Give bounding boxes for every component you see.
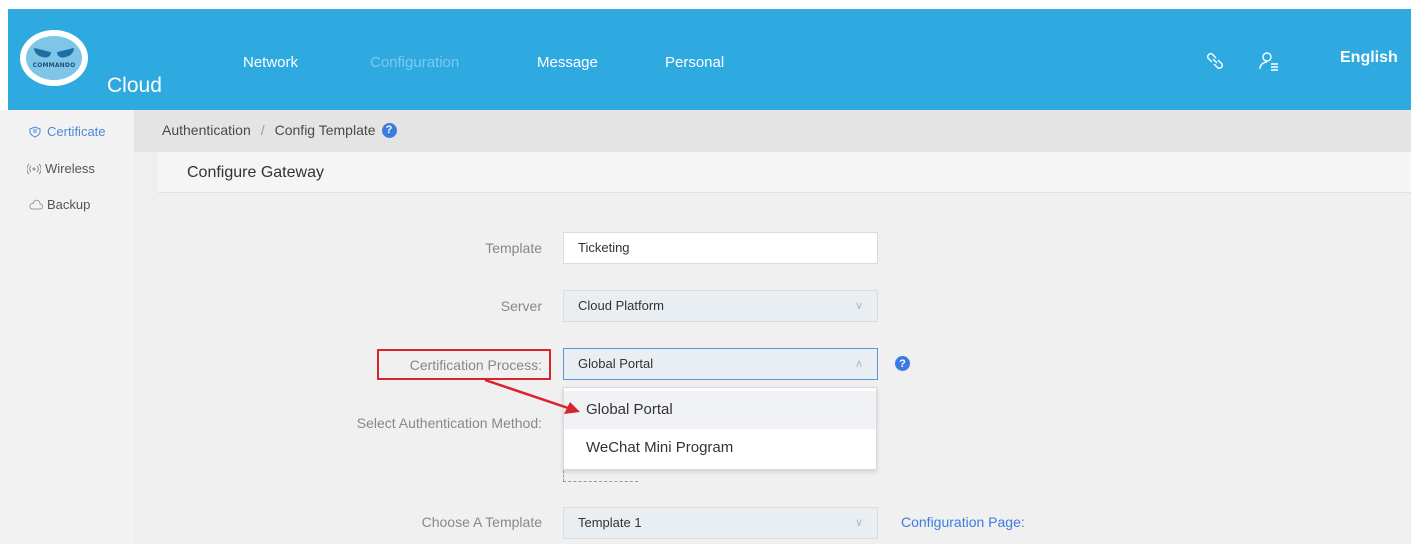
cert-process-dropdown: Global Portal WeChat Mini Program xyxy=(563,387,877,470)
breadcrumb: Authentication / Config Template ? xyxy=(162,122,397,138)
nav-configuration[interactable]: Configuration xyxy=(370,54,459,71)
sidebar-item-label: Backup xyxy=(47,197,91,212)
language-switch[interactable]: English xyxy=(1340,49,1398,67)
choose-template-label: Choose A Template xyxy=(421,514,542,530)
panel-header: Configure Gateway xyxy=(158,152,1411,193)
choose-template-value: Template 1 xyxy=(578,515,642,530)
main-content: Authentication / Config Template ? Confi… xyxy=(134,110,1411,544)
template-input[interactable]: Ticketing xyxy=(563,232,878,264)
shield-icon xyxy=(29,125,41,138)
choose-template-select[interactable]: Template 1 ∨ xyxy=(563,507,878,539)
logo-emblem: COMMANDO xyxy=(26,36,82,80)
cert-process-select-value: Global Portal xyxy=(578,356,654,371)
logo-wings-icon xyxy=(34,48,74,60)
sidebar-item-backup[interactable]: Backup xyxy=(29,197,90,212)
sidebar: Certificate Wireless Backup xyxy=(0,110,134,544)
cert-process-select[interactable]: Global Portal ∧ xyxy=(563,348,878,380)
template-label: Template xyxy=(485,240,542,256)
annotation-arrow-icon xyxy=(484,378,580,414)
server-label: Server xyxy=(500,298,542,314)
sidebar-item-label: Wireless xyxy=(45,161,95,176)
chevron-up-icon: ∧ xyxy=(854,358,863,370)
dropdown-option-global-portal[interactable]: Global Portal xyxy=(564,391,876,429)
server-select-value: Cloud Platform xyxy=(578,298,664,313)
nav-personal[interactable]: Personal xyxy=(665,54,724,71)
breadcrumb-separator: / xyxy=(260,122,265,138)
commando-logo[interactable]: COMMANDO xyxy=(20,30,88,86)
configuration-page-link[interactable]: Configuration Page: xyxy=(901,514,1025,530)
help-icon[interactable]: ? xyxy=(381,122,397,138)
sidebar-item-wireless[interactable]: Wireless xyxy=(26,161,95,176)
nav-network[interactable]: Network xyxy=(243,54,298,71)
user-menu-icon[interactable] xyxy=(1257,49,1281,73)
breadcrumb-authentication[interactable]: Authentication xyxy=(162,122,251,138)
breadcrumb-config-template: Config Template xyxy=(274,122,376,138)
brand-name: Cloud xyxy=(107,74,162,97)
panel-title: Configure Gateway xyxy=(187,164,324,181)
cert-process-help-icon[interactable]: ? xyxy=(895,356,910,371)
logo-text: COMMANDO xyxy=(32,61,76,69)
breadcrumb-bar: Authentication / Config Template ? xyxy=(134,110,1411,152)
top-header: COMMANDO Cloud Network Configuration Mes… xyxy=(0,0,1411,110)
link-icon[interactable] xyxy=(1203,49,1227,73)
wireless-icon xyxy=(26,163,42,175)
chevron-down-icon: ∨ xyxy=(854,300,863,312)
sidebar-item-certificate[interactable]: Certificate xyxy=(29,124,106,139)
sidebar-item-label: Certificate xyxy=(47,124,106,139)
dropdown-option-wechat-mini-program[interactable]: WeChat Mini Program xyxy=(564,429,876,467)
server-select[interactable]: Cloud Platform ∨ xyxy=(563,290,878,322)
chevron-down-icon: ∨ xyxy=(854,517,863,529)
cloud-icon xyxy=(29,199,43,211)
nav-message[interactable]: Message xyxy=(537,54,598,71)
